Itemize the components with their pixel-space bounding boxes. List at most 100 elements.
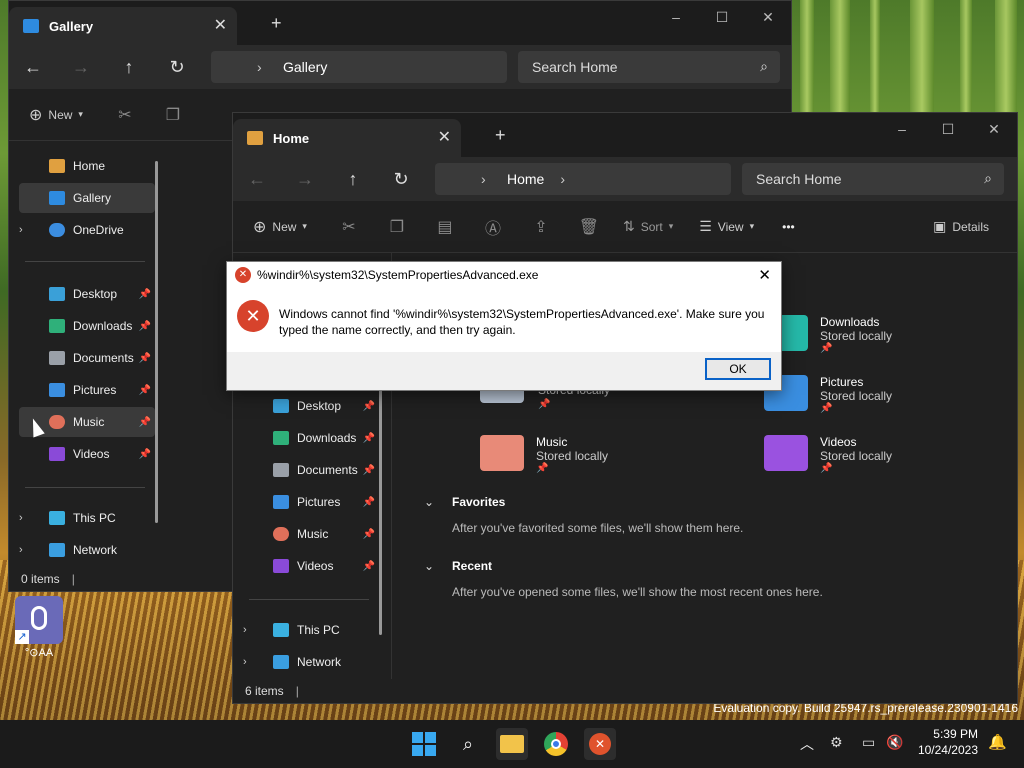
address-bar[interactable]: › Gallery (211, 51, 507, 83)
copy-icon[interactable]: ❐ (373, 217, 421, 237)
chevron-right-icon: › (481, 171, 486, 187)
pin-icon[interactable]: 📌 (139, 385, 151, 396)
quick-access-pictures[interactable]: Pictures Stored locally 📌 (764, 375, 892, 414)
chevron-down-icon[interactable]: ⌄ (424, 559, 434, 573)
chevron-down-icon[interactable]: ⌄ (424, 495, 434, 509)
tab-gallery[interactable]: Gallery ✕ (9, 7, 237, 45)
pin-icon[interactable]: 📌 (139, 449, 151, 460)
pin-icon[interactable]: 📌 (363, 401, 375, 412)
sidebar-item-pictures[interactable]: Pictures 📌 (19, 375, 155, 405)
desktop-shortcut[interactable]: ↗ °⊙AA (14, 596, 64, 659)
chrome-button[interactable] (540, 728, 572, 760)
chevron-up-icon[interactable]: ︿ (800, 734, 814, 754)
sidebar-item-desktop[interactable]: Desktop 📌 (19, 279, 155, 309)
error-app-button[interactable]: ✕ (584, 728, 616, 760)
forward-arrow-icon[interactable]: → (281, 169, 329, 190)
more-options-button[interactable]: ••• (782, 220, 795, 234)
sidebar-item-this-pc[interactable]: This PC (243, 615, 379, 645)
music-folder-icon (480, 435, 524, 471)
pin-icon[interactable]: 📌 (139, 353, 151, 364)
file-explorer-button[interactable] (496, 728, 528, 760)
pin-icon[interactable]: 📌 (538, 399, 550, 410)
quick-access-music[interactable]: Music Stored locally 📌 (480, 435, 608, 474)
quick-access-videos[interactable]: Videos Stored locally 📌 (764, 435, 892, 474)
sidebar-item-videos[interactable]: Videos 📌 (19, 439, 155, 469)
delete-icon[interactable]: 🗑 (565, 217, 613, 237)
pin-icon[interactable]: 📌 (363, 561, 375, 572)
refresh-icon[interactable]: ↻ (153, 57, 201, 78)
sidebar-item-this-pc[interactable]: This PC (19, 503, 155, 533)
sidebar-item-pictures[interactable]: Pictures 📌 (243, 487, 379, 517)
pin-icon[interactable]: 📌 (139, 321, 151, 332)
pin-icon[interactable]: 📌 (139, 417, 151, 428)
sort-button[interactable]: ⇅ Sort ▾ (623, 218, 673, 235)
sidebar-item-onedrive[interactable]: OneDrive (19, 215, 155, 245)
refresh-icon[interactable]: ↻ (377, 169, 425, 190)
pin-icon[interactable]: 📌 (363, 497, 375, 508)
new-tab-button[interactable]: + (271, 13, 282, 34)
view-button[interactable]: ☰ View ▾ (699, 218, 754, 235)
pin-icon[interactable]: 📌 (363, 529, 375, 540)
up-arrow-icon[interactable]: ↑ (105, 57, 153, 78)
maximize-icon[interactable]: ☐ (925, 119, 971, 139)
close-window-icon[interactable]: ✕ (971, 119, 1017, 139)
sidebar-item-downloads[interactable]: Downloads 📌 (243, 423, 379, 453)
maximize-icon[interactable]: ☐ (699, 7, 745, 27)
sidebar-item-music[interactable]: Music 📌 (243, 519, 379, 549)
minimize-icon[interactable]: – (879, 119, 925, 139)
sidebar-item-documents[interactable]: Documents 📌 (19, 343, 155, 373)
sidebar-item-documents[interactable]: Documents 📌 (243, 455, 379, 485)
start-button[interactable] (408, 728, 440, 760)
search-input[interactable]: Search Home ⌕ (742, 163, 1004, 195)
new-button[interactable]: ⊕ New ▾ (29, 105, 83, 125)
recent-title[interactable]: Recent (452, 559, 492, 573)
display-icon[interactable]: ▭ (862, 734, 875, 751)
new-tab-button[interactable]: + (495, 125, 506, 146)
pin-icon[interactable]: 📌 (139, 289, 151, 300)
back-arrow-icon[interactable]: ← (233, 169, 281, 190)
sidebar-item-network[interactable]: Network (19, 535, 155, 565)
address-bar[interactable]: › Home › (435, 163, 731, 195)
close-window-icon[interactable]: ✕ (745, 7, 791, 27)
sidebar-item-gallery[interactable]: Gallery (19, 183, 155, 213)
details-button[interactable]: ▣ Details (933, 218, 989, 235)
pin-icon[interactable]: 📌 (820, 463, 892, 474)
search-button[interactable]: ⌕ (452, 728, 484, 760)
back-arrow-icon[interactable]: ← (9, 57, 57, 78)
pin-icon[interactable]: 📌 (363, 433, 375, 444)
pin-icon[interactable]: 📌 (820, 343, 892, 354)
tab-home[interactable]: Home ✕ (233, 119, 461, 157)
minimize-icon[interactable]: – (653, 7, 699, 27)
up-arrow-icon[interactable]: ↑ (329, 169, 377, 190)
search-input[interactable]: Search Home ⌕ (518, 51, 780, 83)
close-dialog-icon[interactable]: ✕ (758, 266, 771, 284)
close-tab-icon[interactable]: ✕ (214, 15, 227, 35)
sidebar-item-desktop[interactable]: Desktop 📌 (243, 391, 379, 421)
settings-shield-icon[interactable]: ⚙ (830, 734, 843, 751)
close-tab-icon[interactable]: ✕ (438, 127, 451, 147)
pin-icon[interactable]: 📌 (536, 463, 608, 474)
share-icon[interactable]: ⇪ (517, 217, 565, 237)
cut-icon[interactable]: ✂ (101, 105, 149, 125)
sidebar-item-home[interactable]: Home (19, 151, 155, 181)
volume-muted-icon[interactable]: 🔇 (886, 734, 903, 751)
status-bar: 6 items | (233, 679, 1017, 703)
sidebar-item-network[interactable]: Network (243, 647, 379, 677)
cut-icon[interactable]: ✂ (325, 217, 373, 237)
notification-bell-icon[interactable]: 🔔 (988, 733, 1007, 751)
quick-access-downloads[interactable]: Downloads Stored locally 📌 (764, 315, 892, 354)
new-button[interactable]: ⊕ New ▾ (253, 217, 307, 237)
sidebar-item-videos[interactable]: Videos 📌 (243, 551, 379, 581)
pin-icon[interactable]: 📌 (820, 403, 892, 414)
view-label: View (717, 219, 744, 234)
sidebar-item-downloads[interactable]: Downloads 📌 (19, 311, 155, 341)
clock[interactable]: 5:39 PM 10/24/2023 (916, 727, 978, 757)
copy-icon[interactable]: ❐ (149, 105, 197, 125)
rename-icon[interactable]: Ⓐ (469, 215, 517, 239)
forward-arrow-icon[interactable]: → (57, 57, 105, 78)
paste-icon[interactable]: ▤ (421, 217, 469, 237)
sidebar-scrollbar[interactable] (155, 161, 158, 523)
pin-icon[interactable]: 📌 (363, 465, 375, 476)
favorites-title[interactable]: Favorites (452, 495, 505, 509)
ok-button[interactable]: OK (705, 358, 771, 380)
